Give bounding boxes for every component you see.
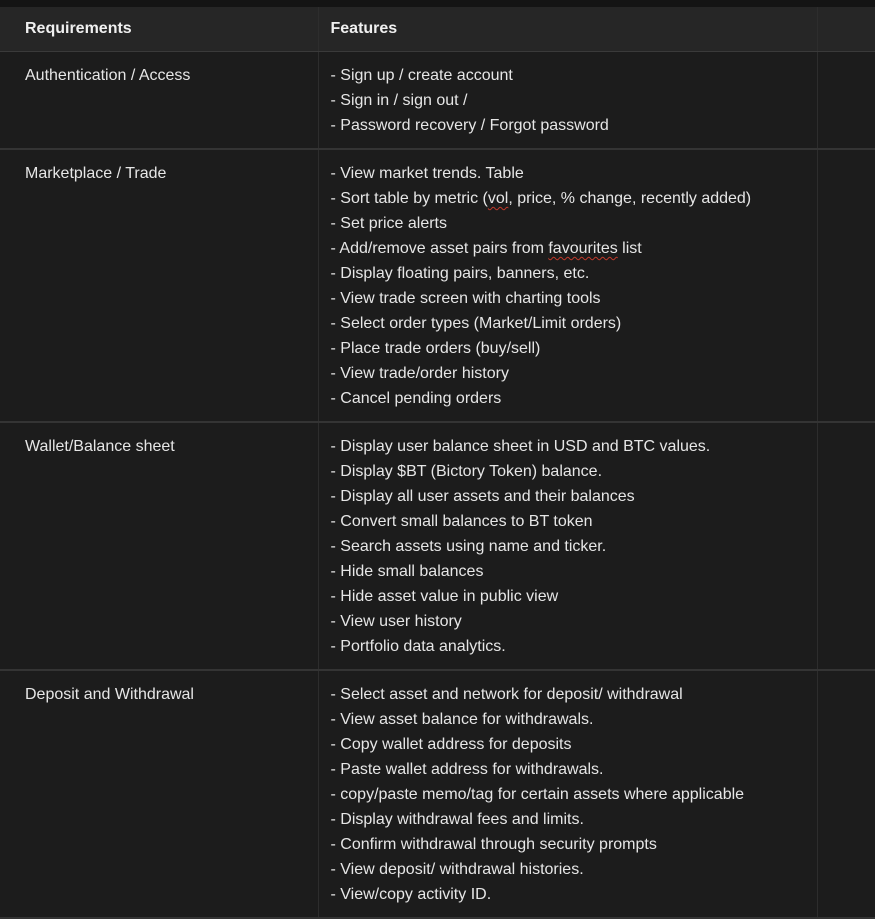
feature-item: - copy/paste memo/tag for certain assets… (330, 786, 745, 803)
requirements-table: Requirements Features Authentication / A… (0, 7, 875, 919)
requirement-cell: Wallet/Balance sheet (0, 422, 319, 670)
requirement-label: Deposit and Withdrawal (25, 686, 194, 703)
features-cell: - Select asset and network for deposit/ … (318, 670, 818, 918)
features-cell: - Sign up / create account - Sign in / s… (318, 51, 818, 149)
table-header-row: Requirements Features (0, 7, 875, 52)
spellcheck-underline: favourites (548, 240, 618, 257)
empty-cell (817, 422, 875, 670)
requirement-label: Wallet/Balance sheet (25, 438, 175, 455)
requirement-label: Marketplace / Trade (25, 165, 167, 182)
header-empty (817, 7, 875, 52)
features-cell: - View market trends. Table - Sort table… (318, 149, 818, 422)
feature-item: - View trade screen with charting tools (330, 290, 601, 307)
feature-item: - View user history (330, 613, 462, 630)
feature-item: - Display $BT (Bictory Token) balance. (330, 463, 603, 480)
table-row: Deposit and Withdrawal - Select asset an… (0, 670, 875, 918)
feature-item: - Display all user assets and their bala… (330, 488, 635, 505)
feature-item: - Portfolio data analytics. (330, 638, 506, 655)
empty-cell (817, 149, 875, 422)
feature-item: - View asset balance for withdrawals. (330, 711, 594, 728)
feature-item: - Paste wallet address for withdrawals. (330, 761, 604, 778)
feature-item: - Display withdrawal fees and limits. (330, 811, 584, 828)
feature-item: - Add/remove asset pairs from favourites… (330, 240, 642, 257)
feature-item: - Copy wallet address for deposits (330, 736, 572, 753)
empty-cell (817, 52, 875, 150)
feature-item: - Select asset and network for deposit/ … (330, 686, 683, 703)
header-features: Features (318, 7, 818, 52)
features-cell: - Display user balance sheet in USD and … (318, 422, 818, 670)
feature-item: - Place trade orders (buy/sell) (330, 340, 541, 357)
feature-item: - View market trends. Table (330, 165, 524, 182)
feature-item: - Set price alerts (330, 215, 447, 232)
requirement-label: Authentication / Access (25, 67, 191, 84)
requirement-cell: Deposit and Withdrawal (0, 670, 319, 918)
feature-item: - Display floating pairs, banners, etc. (330, 265, 590, 282)
requirement-cell: Authentication / Access (0, 51, 319, 149)
feature-item: - Confirm withdrawal through security pr… (330, 836, 657, 853)
feature-item: - Cancel pending orders (330, 390, 502, 407)
feature-item: - Sort table by metric (vol, price, % ch… (330, 190, 752, 207)
table-row: Wallet/Balance sheet - Display user bala… (0, 422, 875, 670)
feature-item: - Search assets using name and ticker. (330, 538, 607, 555)
feature-item: - Select order types (Market/Limit order… (330, 315, 622, 332)
feature-item: - Convert small balances to BT token (330, 513, 593, 530)
table-row: Marketplace / Trade - View market trends… (0, 149, 875, 422)
feature-item: - Sign in / sign out / (330, 92, 468, 109)
feature-item: - Sign up / create account (330, 67, 513, 84)
spellcheck-underline: vol (487, 190, 509, 207)
feature-item: - Hide asset value in public view (330, 588, 559, 605)
requirements-table-container: Requirements Features Authentication / A… (0, 7, 875, 919)
feature-item: - View deposit/ withdrawal histories. (330, 861, 584, 878)
header-requirements: Requirements (0, 7, 319, 52)
table-row: Authentication / Access - Sign up / crea… (0, 51, 875, 150)
feature-item: - Hide small balances (330, 563, 484, 580)
requirement-cell: Marketplace / Trade (0, 149, 319, 422)
feature-item: - View trade/order history (330, 365, 509, 382)
empty-cell (817, 670, 875, 918)
feature-item: - Display user balance sheet in USD and … (330, 438, 711, 455)
feature-item: - View/copy activity ID. (330, 886, 492, 903)
feature-item: - Password recovery / Forgot password (330, 117, 609, 134)
